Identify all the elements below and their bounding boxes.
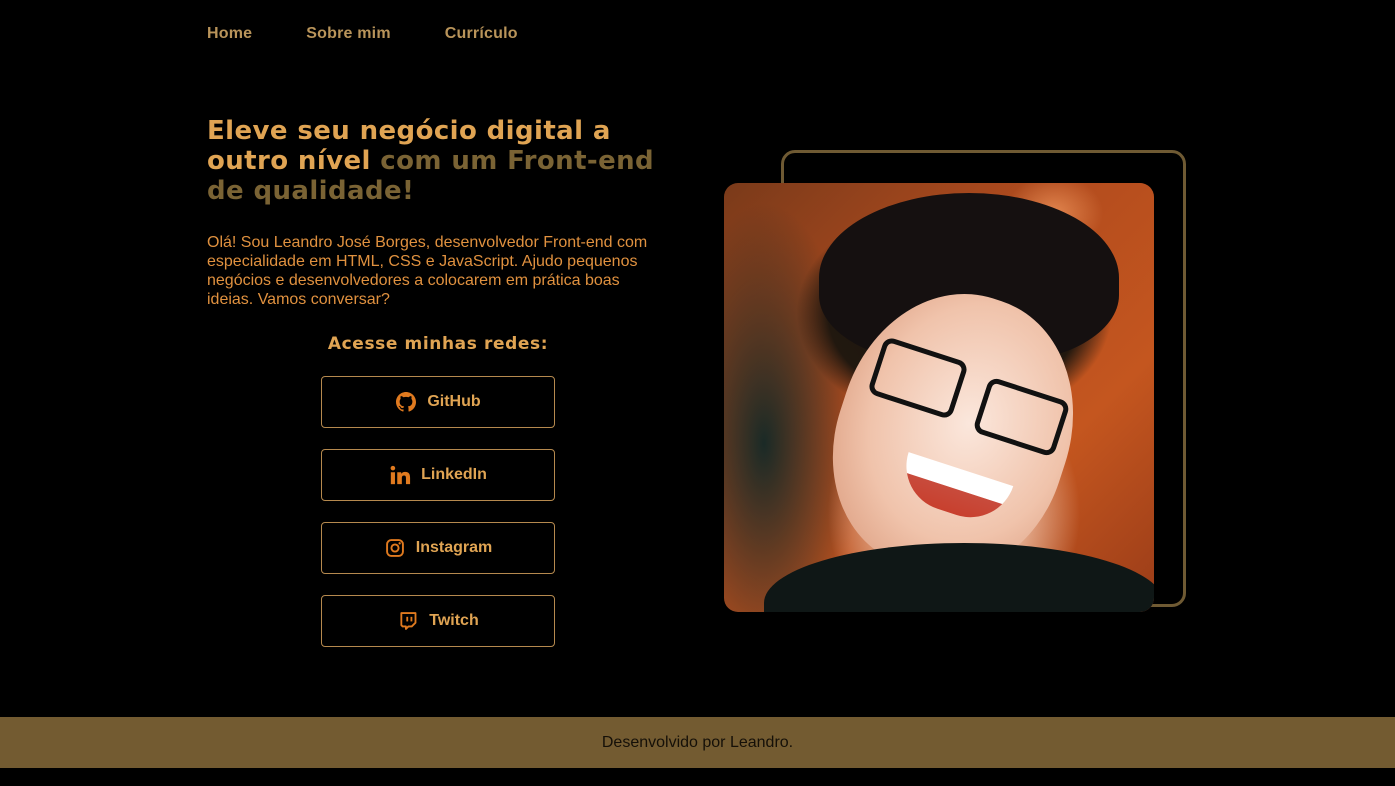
top-nav: Home Sobre mim Currículo [207,25,572,43]
github-button[interactable]: GitHub [321,376,555,428]
github-label: GitHub [427,393,481,410]
socials-title: Acesse minhas redes: [327,334,549,354]
linkedin-button[interactable]: LinkedIn [321,449,555,501]
instagram-label: Instagram [415,539,493,556]
twitch-button[interactable]: Twitch [321,595,555,647]
twitch-icon [397,610,419,632]
footer: Desenvolvido por Leandro. [0,717,1395,768]
github-icon [395,391,417,413]
hero-intro: Olá! Sou Leandro José Borges, desenvolve… [207,234,648,308]
nav-link-home[interactable]: Home [207,25,252,43]
twitch-label: Twitch [429,612,479,629]
instagram-button[interactable]: Instagram [321,522,555,574]
hero-title: Eleve seu negócio digital a outro nível … [207,116,657,206]
profile-photo [724,183,1154,612]
instagram-icon [384,537,406,559]
nav-link-curriculo[interactable]: Currículo [445,25,518,43]
linkedin-label: LinkedIn [421,466,487,483]
footer-text: Desenvolvido por Leandro. [601,733,794,751]
nav-link-sobre-mim[interactable]: Sobre mim [306,25,391,43]
linkedin-icon [389,464,411,486]
